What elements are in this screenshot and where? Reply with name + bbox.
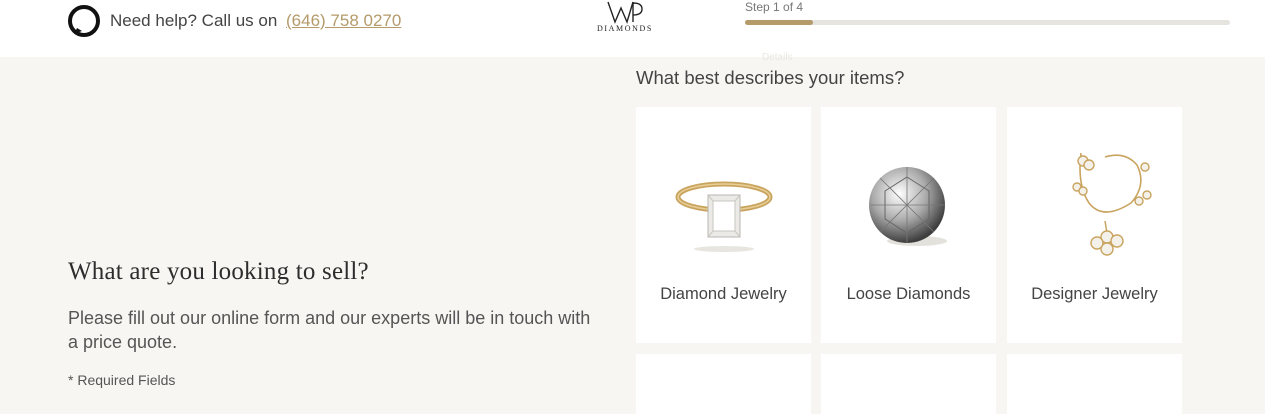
diamond-ring-icon [675, 181, 772, 252]
progress-fill [745, 20, 813, 25]
option-card-row2[interactable] [1007, 354, 1182, 414]
question-heading: What best describes your items? [636, 67, 905, 88]
chat-bubble-icon [68, 5, 100, 37]
option-card-row2[interactable] [636, 354, 811, 414]
phone-link[interactable]: (646) 758 0270 [286, 11, 401, 30]
option-label: Loose Diamonds [846, 285, 971, 303]
page-description: Please fill out our online form and our … [68, 308, 591, 352]
step-indicator: Step 1 of 4 [745, 0, 804, 14]
intro-section: What are you looking to sell? Please fil… [68, 258, 598, 388]
wp-monogram-icon [607, 1, 643, 25]
page-title: What are you looking to sell? [68, 258, 369, 285]
site-logo[interactable]: DIAMONDS [590, 0, 660, 36]
option-label: Designer Jewelry [1031, 285, 1158, 303]
option-card-diamond-jewelry[interactable]: Diamond Jewelry [636, 107, 811, 343]
required-fields-note: * Required Fields [68, 372, 176, 388]
option-card-loose-diamonds[interactable]: Loose Diamonds [821, 107, 996, 343]
help-text: Need help? Call us on (646) 758 0270 [110, 11, 402, 30]
designer-bracelet-icon [1071, 152, 1152, 256]
step-progress: Step 1 of 4 [745, 0, 1230, 25]
top-header: Need help? Call us on (646) 758 0270 DIA… [0, 0, 1265, 57]
progress-track [745, 20, 1230, 25]
option-card-row2[interactable] [821, 354, 996, 414]
help-line: Need help? Call us on (646) 758 0270 [68, 5, 402, 37]
option-card-designer-jewelry[interactable]: Designer Jewelry [1007, 107, 1182, 343]
option-label: Diamond Jewelry [660, 285, 787, 303]
step-ghost-label: Details [762, 52, 793, 63]
loose-diamond-icon [868, 167, 947, 246]
logo-wordmark: DIAMONDS [597, 24, 653, 33]
